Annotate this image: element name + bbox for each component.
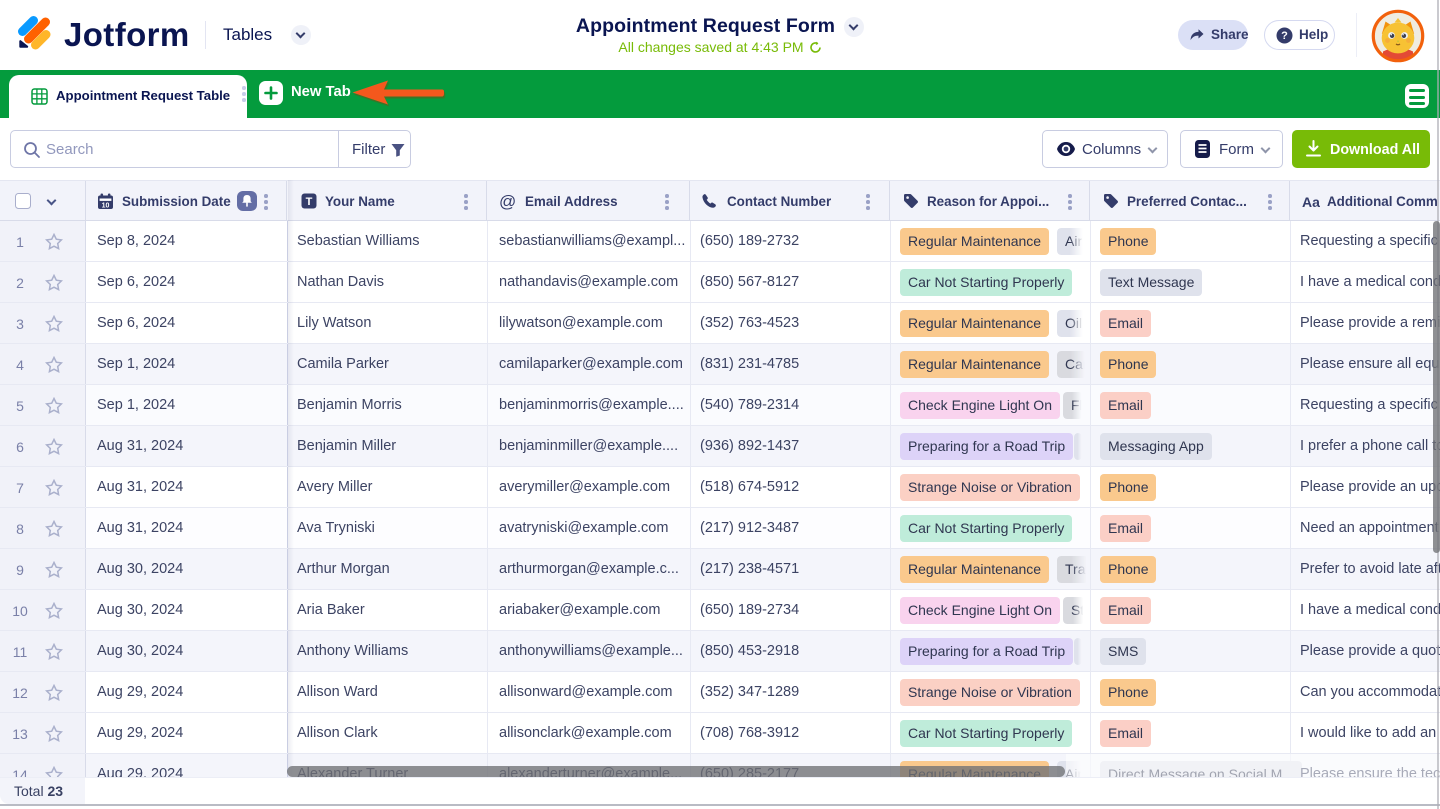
svg-text:?: ? xyxy=(1281,30,1288,42)
svg-text:T: T xyxy=(306,196,313,208)
svg-text:10: 10 xyxy=(102,203,110,210)
